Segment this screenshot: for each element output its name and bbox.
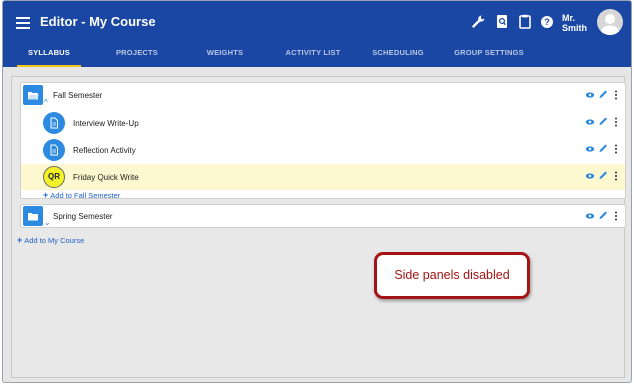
list-item[interactable]: Interview Write-Up <box>21 110 625 136</box>
tab-bar: SYLLABUS PROJECTS WEIGHTS ACTIVITY LIST … <box>3 43 631 67</box>
add-to-course-link[interactable]: + Add to My Course <box>17 235 84 245</box>
semester-card-spring: ⌄ Spring Semester <box>20 204 626 228</box>
help-icon[interactable]: ? <box>539 13 555 31</box>
semester-card-fall: ^ Fall Semester Interview Write-Up Refle… <box>20 82 626 200</box>
semester-header: ^ Fall Semester <box>21 83 625 109</box>
plus-icon: + <box>43 190 49 200</box>
semester-title: Fall Semester <box>53 91 103 100</box>
more-vertical-icon[interactable] <box>611 143 621 155</box>
list-item-highlighted[interactable]: QR Friday Quick Write <box>21 164 625 190</box>
tab-group-settings[interactable]: GROUP SETTINGS <box>449 43 529 67</box>
semester-header: ⌄ Spring Semester <box>21 204 625 230</box>
pencil-icon[interactable] <box>598 210 608 222</box>
search-doc-icon[interactable] <box>494 13 510 31</box>
user-name[interactable]: Mr. Smith <box>562 13 587 33</box>
tab-scheduling[interactable]: SCHEDULING <box>365 43 431 67</box>
avatar[interactable] <box>597 9 623 35</box>
pencil-icon[interactable] <box>598 143 608 155</box>
add-to-semester-link[interactable]: + Add to Fall Semester <box>43 190 120 200</box>
wrench-icon[interactable] <box>470 13 486 31</box>
item-title: Interview Write-Up <box>73 119 139 128</box>
pencil-icon[interactable] <box>598 89 608 101</box>
more-vertical-icon[interactable] <box>611 210 621 222</box>
syllabus-content: ^ Fall Semester Interview Write-Up Refle… <box>11 76 626 378</box>
document-icon[interactable] <box>43 139 65 161</box>
row-actions <box>585 170 621 182</box>
document-icon[interactable] <box>43 112 65 134</box>
svg-text:?: ? <box>544 17 550 27</box>
pencil-icon[interactable] <box>598 170 608 182</box>
pencil-icon[interactable] <box>598 116 608 128</box>
eye-icon[interactable] <box>585 143 595 155</box>
item-title: Friday Quick Write <box>73 173 139 182</box>
chevron-down-icon[interactable]: ⌄ <box>44 218 51 227</box>
list-item[interactable]: Reflection Activity <box>21 137 625 163</box>
eye-icon[interactable] <box>585 89 595 101</box>
eye-icon[interactable] <box>585 116 595 128</box>
callout-annotation: Side panels disabled <box>374 252 530 299</box>
eye-icon[interactable] <box>585 170 595 182</box>
eye-icon[interactable] <box>585 210 595 222</box>
chevron-up-icon[interactable]: ^ <box>44 98 48 107</box>
quick-write-badge[interactable]: QR <box>43 166 65 188</box>
row-actions <box>585 210 621 222</box>
page-title: Editor - My Course <box>40 14 156 29</box>
item-title: Reflection Activity <box>73 146 136 155</box>
folder-icon[interactable] <box>23 206 43 226</box>
tab-syllabus[interactable]: SYLLABUS <box>17 43 81 67</box>
top-bar: Editor - My Course ? Mr. Smith SYLLABUS … <box>3 1 631 67</box>
more-vertical-icon[interactable] <box>611 170 621 182</box>
clipboard-icon[interactable] <box>517 13 533 31</box>
tab-projects[interactable]: PROJECTS <box>105 43 169 67</box>
folder-open-icon[interactable] <box>23 85 43 105</box>
row-actions <box>585 89 621 101</box>
app-window: Editor - My Course ? Mr. Smith SYLLABUS … <box>2 0 632 383</box>
more-vertical-icon[interactable] <box>611 116 621 128</box>
tab-weights[interactable]: WEIGHTS <box>193 43 257 67</box>
semester-title: Spring Semester <box>53 212 113 221</box>
tab-activity-list[interactable]: ACTIVITY LIST <box>277 43 349 67</box>
hamburger-menu-icon[interactable] <box>16 17 30 29</box>
more-vertical-icon[interactable] <box>611 89 621 101</box>
row-actions <box>585 143 621 155</box>
plus-icon: + <box>17 235 23 245</box>
row-actions <box>585 116 621 128</box>
